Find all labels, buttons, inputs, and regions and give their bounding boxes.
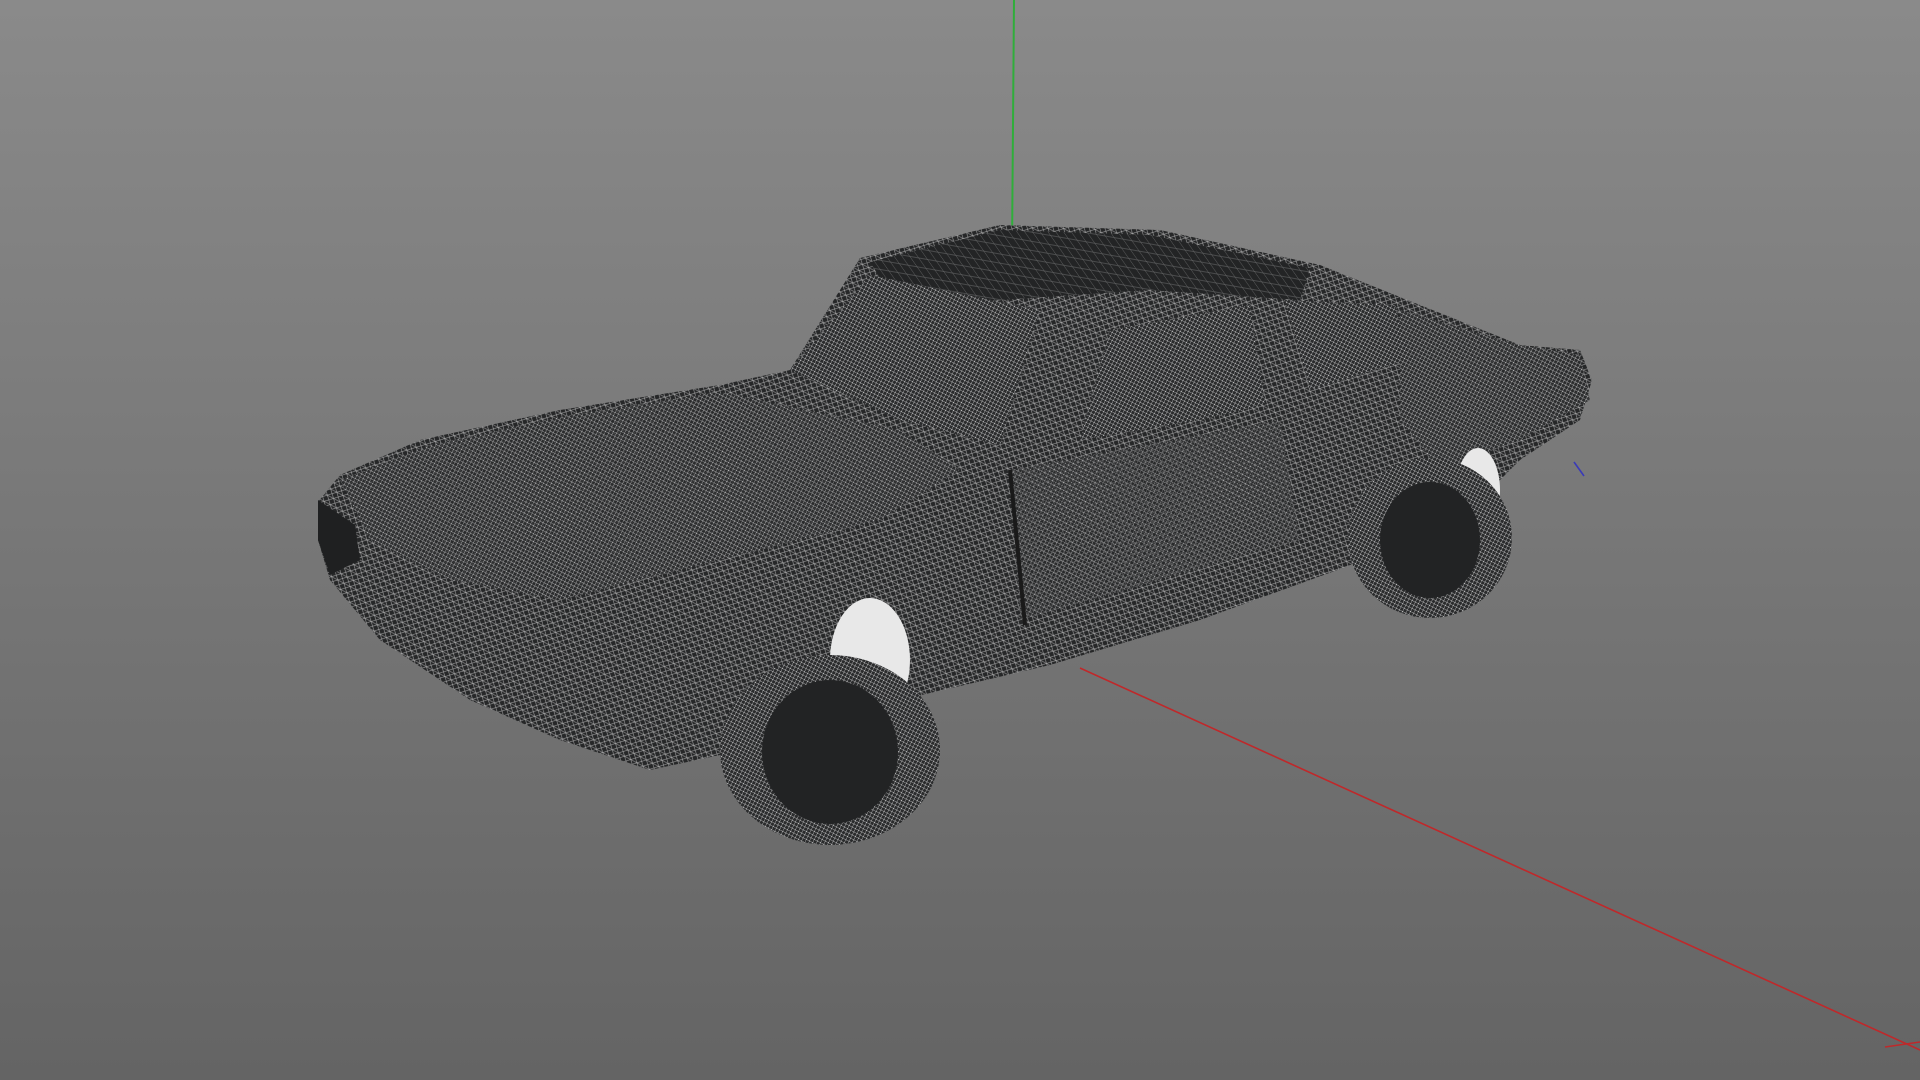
z-axis-line <box>1573 461 1585 477</box>
x-axis-line <box>1079 667 1920 1051</box>
car-model[interactable] <box>318 225 1592 845</box>
car-rear-deck <box>1400 310 1590 470</box>
scene-canvas[interactable] <box>0 0 1920 1080</box>
y-axis-line <box>1011 0 1015 251</box>
3d-viewport[interactable] <box>0 0 1920 1080</box>
